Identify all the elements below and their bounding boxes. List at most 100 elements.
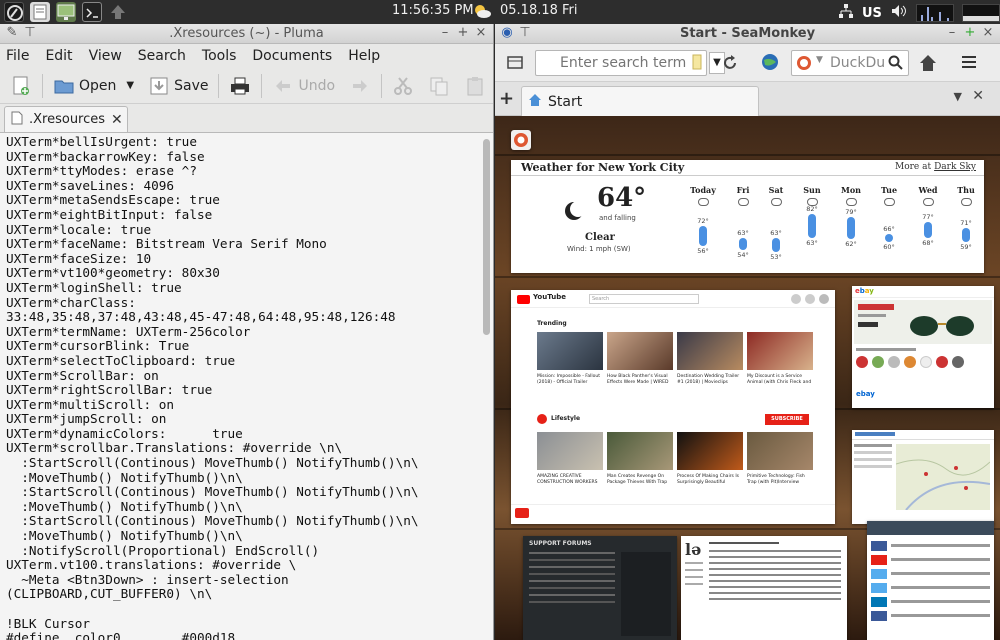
ebay-tile[interactable]: ebay ebay xyxy=(852,286,994,408)
social-header xyxy=(867,521,994,535)
search-box[interactable]: ▼ DuckDu xyxy=(791,50,909,76)
temp-range-bar xyxy=(699,226,707,246)
forecast-day: Thu 71° 59° xyxy=(951,185,981,251)
undo-button[interactable]: Undo xyxy=(268,72,339,100)
new-button[interactable] xyxy=(6,72,36,100)
map-tile[interactable] xyxy=(852,430,994,524)
maximize-icon[interactable]: + xyxy=(455,25,471,41)
video-title: Mission: Impossible - Fallout (2018) - O… xyxy=(537,374,601,385)
support-forum-tile[interactable]: SUPPORT FORUMS xyxy=(523,536,677,640)
clock[interactable]: 11:56:35 PM xyxy=(392,3,474,18)
menu-view[interactable]: View xyxy=(89,48,122,64)
volume-icon[interactable] xyxy=(890,3,908,23)
scrollbar-thumb[interactable] xyxy=(483,139,490,335)
video-title: Process Of Making Chairs Is Surprisingly… xyxy=(677,474,739,485)
url-input[interactable] xyxy=(560,52,688,74)
minimize-icon[interactable]: – xyxy=(944,25,960,41)
save-icon xyxy=(148,75,170,97)
temp-range-bar xyxy=(739,238,747,250)
menu-help[interactable]: Help xyxy=(348,48,380,64)
start-page: Weather for New York City More at Dark Sk… xyxy=(495,116,1000,640)
tab-start[interactable]: Start xyxy=(521,86,759,116)
weather-icon[interactable] xyxy=(472,2,492,20)
close-icon[interactable]: × xyxy=(980,25,996,41)
forecast-day: Today 72° 56° xyxy=(688,185,718,255)
article-body xyxy=(709,542,841,636)
wind: Wind: 1 mph (SW) xyxy=(567,245,631,253)
home-icon[interactable] xyxy=(919,54,937,76)
duckduckgo-tile[interactable] xyxy=(511,130,531,150)
forecast-day: Fri 63° 54° xyxy=(728,185,758,259)
cpu-graph xyxy=(915,4,954,22)
day-name: Tue xyxy=(880,185,898,195)
paste-button[interactable] xyxy=(460,72,490,100)
keyboard-layout[interactable]: US xyxy=(862,6,882,21)
forum-sidebar xyxy=(621,552,671,636)
article-tile[interactable]: lə xyxy=(681,536,847,640)
open-button[interactable]: Open ▼ xyxy=(49,72,138,100)
close-tab-icon[interactable]: ✕ xyxy=(972,88,984,104)
text-editor[interactable]: UXTerm*bellIsUrgent: true UXTerm*backarr… xyxy=(0,132,493,640)
open-label: Open xyxy=(79,77,117,94)
day-high: 72° xyxy=(697,217,709,225)
copy-button[interactable] xyxy=(424,72,454,100)
minimize-icon[interactable]: – xyxy=(437,25,453,41)
window-title: Start - SeaMonkey xyxy=(679,26,816,41)
menu-edit[interactable]: Edit xyxy=(45,48,72,64)
file-manager-icon[interactable] xyxy=(30,2,50,22)
maximize-icon[interactable]: + xyxy=(962,25,978,41)
reload-icon[interactable] xyxy=(721,54,739,76)
close-icon[interactable]: × xyxy=(473,25,489,41)
menu-documents[interactable]: Documents xyxy=(252,48,332,64)
chevron-down-icon[interactable]: ▼ xyxy=(126,80,134,91)
url-bar[interactable] xyxy=(535,50,707,76)
temp-range-bar xyxy=(808,214,816,238)
social-tile[interactable] xyxy=(867,521,994,640)
monitor-icon[interactable] xyxy=(56,2,76,22)
menu-icon[interactable] xyxy=(4,2,24,22)
up-arrow-icon[interactable] xyxy=(108,2,128,22)
video-thumbnail xyxy=(537,332,603,370)
day-low: 56° xyxy=(697,247,709,255)
terminal-icon[interactable] xyxy=(82,2,102,22)
new-document-icon xyxy=(10,75,32,97)
temp-range-bar xyxy=(772,238,780,252)
day-name: Wed xyxy=(918,185,938,195)
map-sidebar xyxy=(854,444,892,504)
cloud-icon xyxy=(697,198,709,206)
tab-xresources[interactable]: .Xresources ✕ xyxy=(4,106,128,132)
save-button[interactable]: Save xyxy=(144,72,212,100)
day-high: 63° xyxy=(770,229,782,237)
cut-button[interactable] xyxy=(388,72,418,100)
dark-sky-link[interactable]: Dark Sky xyxy=(934,162,976,172)
bookmarks-icon[interactable] xyxy=(507,54,523,74)
network-icon[interactable] xyxy=(838,3,854,23)
pluma-titlebar[interactable]: ✎ ⊤ .Xresources (~) - Pluma – + × xyxy=(0,24,493,44)
print-button[interactable] xyxy=(225,72,255,100)
day-low: 54° xyxy=(737,251,749,259)
new-tab-icon[interactable]: + xyxy=(499,88,514,109)
day-name: Sun xyxy=(803,185,821,195)
menu-tools[interactable]: Tools xyxy=(202,48,237,64)
date[interactable]: 05.18.18 Fri xyxy=(500,3,578,18)
editor-content[interactable]: UXTerm*bellIsUrgent: true UXTerm*backarr… xyxy=(6,134,418,640)
tab-list-icon[interactable]: ▼ xyxy=(954,90,962,103)
youtube-tile[interactable]: YouTube Search Trending Mission: Impossi… xyxy=(511,290,835,524)
search-icon[interactable] xyxy=(888,55,904,75)
globe-icon[interactable] xyxy=(761,53,779,75)
day-low: 60° xyxy=(883,243,895,251)
hamburger-menu-icon[interactable] xyxy=(961,54,977,74)
bookmark-star-icon[interactable] xyxy=(692,53,702,75)
close-tab-icon[interactable]: ✕ xyxy=(111,112,123,128)
menu-file[interactable]: File xyxy=(6,48,29,64)
toolbar-separator xyxy=(381,73,383,98)
clipboard-icon xyxy=(464,75,486,97)
redo-button[interactable] xyxy=(345,72,375,100)
menu-search[interactable]: Search xyxy=(138,48,186,64)
youtube-favicon xyxy=(515,508,529,518)
search-engine-dropdown-icon[interactable]: ▼ xyxy=(816,55,823,65)
seamonkey-titlebar[interactable]: ◉ ⊤ Start - SeaMonkey – + × xyxy=(495,24,1000,44)
navigation-bar: ▼ ▼ DuckDu xyxy=(495,44,1000,82)
printer-icon xyxy=(229,75,251,97)
vertical-scrollbar[interactable] xyxy=(482,137,491,637)
